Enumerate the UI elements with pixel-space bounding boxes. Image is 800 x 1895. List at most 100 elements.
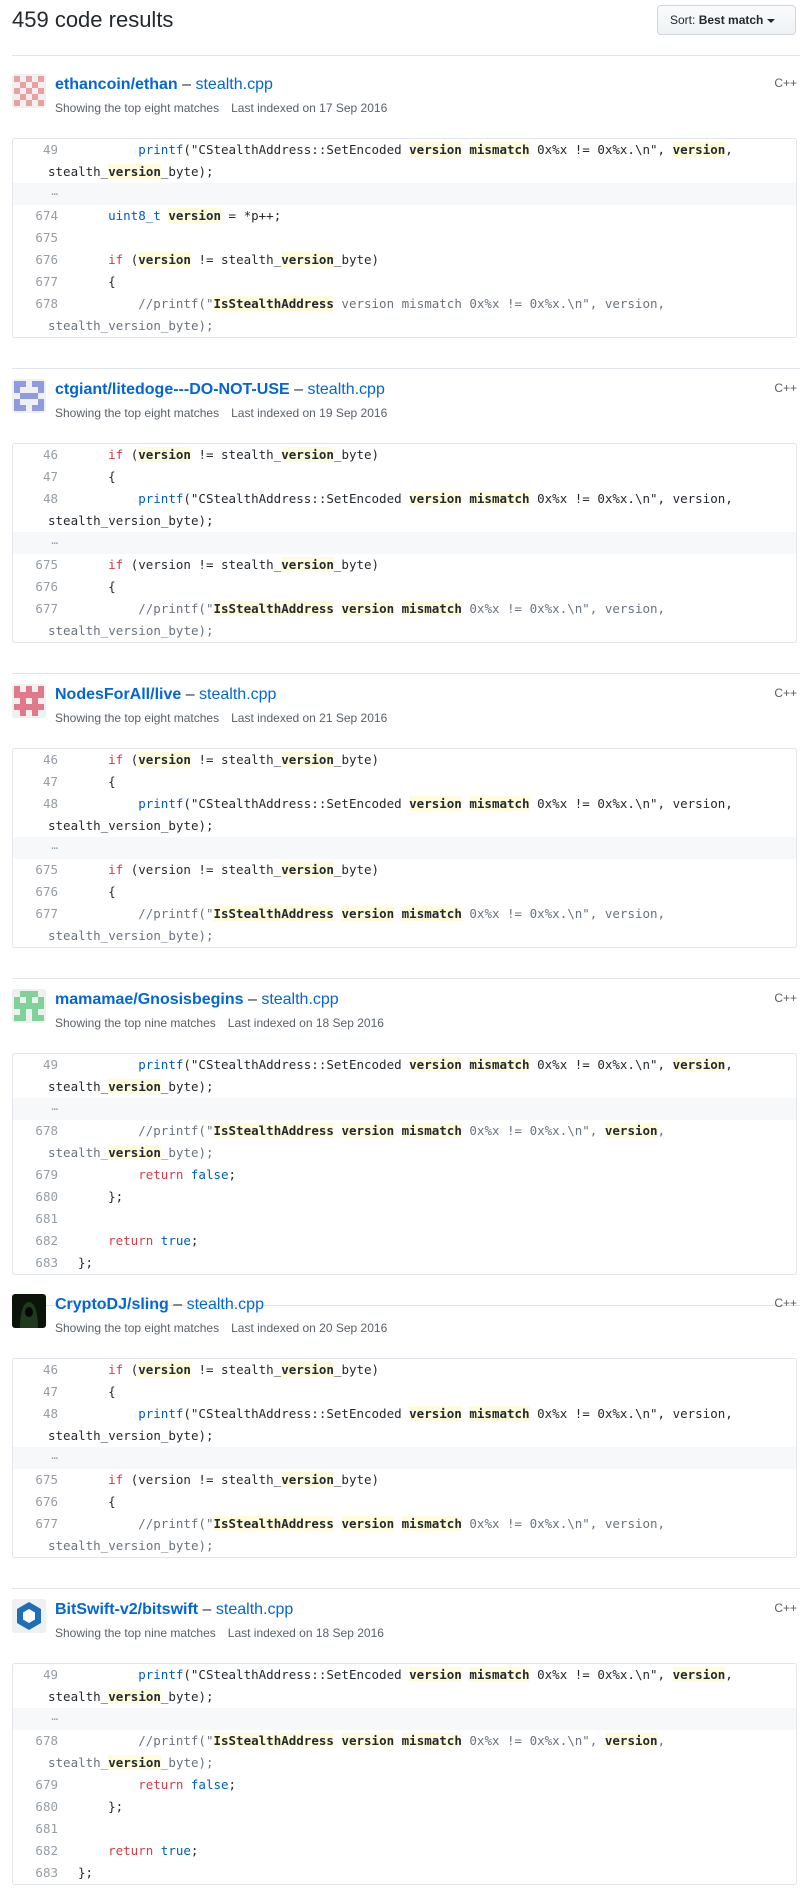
code-line[interactable]: 49 printf("CStealthAddress::SetEncoded v… <box>13 139 796 183</box>
sort-dropdown[interactable]: Sort: Best match <box>657 5 796 35</box>
repo-avatar[interactable] <box>12 1599 46 1633</box>
code-line[interactable]: 679 return false; <box>13 1774 796 1796</box>
line-number[interactable]: 677 <box>13 903 58 925</box>
file-link[interactable]: stealth.cpp <box>216 1601 293 1618</box>
code-line[interactable]: 47 { <box>13 466 796 488</box>
code-line[interactable]: 677 //printf("IsStealthAddress version m… <box>13 598 796 642</box>
code-line[interactable]: 678 //printf("IsStealthAddress version m… <box>13 1120 796 1164</box>
file-link[interactable]: stealth.cpp <box>261 991 338 1008</box>
line-number[interactable]: 681 <box>13 1208 58 1230</box>
line-number[interactable]: 46 <box>13 444 58 466</box>
code-line[interactable]: 49 printf("CStealthAddress::SetEncoded v… <box>13 1664 796 1708</box>
code-line[interactable]: 678 //printf("IsStealthAddress version m… <box>13 293 796 337</box>
line-number[interactable]: 682 <box>13 1840 58 1862</box>
line-number[interactable]: 49 <box>13 139 58 161</box>
line-number[interactable]: 48 <box>13 1403 58 1425</box>
line-number[interactable]: 680 <box>13 1186 58 1208</box>
repo-avatar[interactable] <box>12 379 46 413</box>
code-token: true <box>160 1843 191 1858</box>
file-link[interactable]: stealth.cpp <box>199 686 276 703</box>
line-number[interactable]: 675 <box>13 1469 58 1491</box>
code-line[interactable]: 46 if (version != stealth_version_byte) <box>13 444 796 466</box>
line-number[interactable]: 681 <box>13 1818 58 1840</box>
line-number[interactable]: 680 <box>13 1796 58 1818</box>
code-line[interactable]: 675 if (version != stealth_version_byte) <box>13 1469 796 1491</box>
code-line[interactable]: 675 <box>13 227 796 249</box>
line-number[interactable]: 676 <box>13 576 58 598</box>
repo-link[interactable]: ctgiant/litedoge---DO-NOT-USE <box>55 381 290 398</box>
code-line[interactable]: 49 printf("CStealthAddress::SetEncoded v… <box>13 1054 796 1098</box>
code-line[interactable]: 675 if (version != stealth_version_byte) <box>13 859 796 881</box>
file-link[interactable]: stealth.cpp <box>195 76 272 93</box>
code-line[interactable]: 675 if (version != stealth_version_byte) <box>13 554 796 576</box>
line-number[interactable]: 46 <box>13 749 58 771</box>
code-line[interactable]: 678 //printf("IsStealthAddress version m… <box>13 1730 796 1774</box>
repo-link[interactable]: NodesForAll/live <box>55 686 181 703</box>
code-line[interactable]: 677 //printf("IsStealthAddress version m… <box>13 1513 796 1557</box>
line-number[interactable]: 676 <box>13 1491 58 1513</box>
line-number[interactable]: 676 <box>13 249 58 271</box>
line-number[interactable]: 48 <box>13 793 58 815</box>
code-line[interactable]: 47 { <box>13 1381 796 1403</box>
code-token: printf <box>138 491 184 506</box>
line-number[interactable]: 47 <box>13 466 58 488</box>
file-link[interactable]: stealth.cpp <box>187 1296 264 1313</box>
code-line[interactable]: 674 uint8_t version = *p++; <box>13 205 796 227</box>
code-line[interactable]: 683}; <box>13 1862 796 1884</box>
line-number[interactable]: 49 <box>13 1664 58 1686</box>
line-number[interactable]: 48 <box>13 488 58 510</box>
code-line[interactable]: 48 printf("CStealthAddress::SetEncoded v… <box>13 793 796 837</box>
repo-link[interactable]: ethancoin/ethan <box>55 76 178 93</box>
repo-avatar[interactable] <box>12 684 46 718</box>
line-number[interactable]: 677 <box>13 271 58 293</box>
code-line[interactable]: 681 <box>13 1208 796 1230</box>
code-line[interactable]: 46 if (version != stealth_version_byte) <box>13 1359 796 1381</box>
line-number[interactable]: 683 <box>13 1862 58 1884</box>
line-number[interactable]: 678 <box>13 1120 58 1142</box>
code-line[interactable]: 682 return true; <box>13 1230 796 1252</box>
repo-avatar[interactable] <box>12 74 46 108</box>
code-line[interactable]: 48 printf("CStealthAddress::SetEncoded v… <box>13 488 796 532</box>
code-line[interactable]: 677 //printf("IsStealthAddress version m… <box>13 903 796 947</box>
line-number[interactable]: 676 <box>13 881 58 903</box>
code-line[interactable]: 683}; <box>13 1252 796 1274</box>
line-number[interactable]: 675 <box>13 859 58 881</box>
repo-link[interactable]: CryptoDJ/sling <box>55 1296 169 1313</box>
code-line[interactable]: 676 { <box>13 881 796 903</box>
repo-avatar[interactable] <box>12 989 46 1023</box>
line-number[interactable]: 677 <box>13 1513 58 1535</box>
line-number[interactable]: 675 <box>13 554 58 576</box>
code-line[interactable]: 679 return false; <box>13 1164 796 1186</box>
line-number[interactable]: 47 <box>13 771 58 793</box>
last-indexed-text: Last indexed on 19 Sep 2016 <box>231 406 388 420</box>
line-number[interactable]: 674 <box>13 205 58 227</box>
file-link[interactable]: stealth.cpp <box>307 381 384 398</box>
code-line[interactable]: 47 { <box>13 771 796 793</box>
code-line[interactable]: 48 printf("CStealthAddress::SetEncoded v… <box>13 1403 796 1447</box>
code-line[interactable]: 680 }; <box>13 1186 796 1208</box>
code-line[interactable]: 676 if (version != stealth_version_byte) <box>13 249 796 271</box>
line-number[interactable]: 682 <box>13 1230 58 1252</box>
line-number[interactable]: 679 <box>13 1774 58 1796</box>
line-number[interactable]: 678 <box>13 1730 58 1752</box>
repo-avatar[interactable] <box>12 1294 46 1328</box>
line-number[interactable]: 677 <box>13 598 58 620</box>
code-line[interactable]: 46 if (version != stealth_version_byte) <box>13 749 796 771</box>
code-line[interactable]: 680 }; <box>13 1796 796 1818</box>
line-number[interactable]: 46 <box>13 1359 58 1381</box>
line-number[interactable]: 678 <box>13 293 58 315</box>
code-line[interactable]: 676 { <box>13 1491 796 1513</box>
code-line[interactable]: 681 <box>13 1818 796 1840</box>
line-number[interactable]: 683 <box>13 1252 58 1274</box>
line-number[interactable]: 49 <box>13 1054 58 1076</box>
repo-link[interactable]: mamamae/Gnosisbegins <box>55 991 244 1008</box>
results-count: 459 code results <box>12 7 174 32</box>
code-line[interactable]: 682 return true; <box>13 1840 796 1862</box>
line-number[interactable]: 679 <box>13 1164 58 1186</box>
line-number[interactable]: 47 <box>13 1381 58 1403</box>
code-line[interactable]: 677 { <box>13 271 796 293</box>
repo-link[interactable]: BitSwift-v2/bitswift <box>55 1601 198 1618</box>
code-line[interactable]: 676 { <box>13 576 796 598</box>
line-number[interactable]: 675 <box>13 227 58 249</box>
